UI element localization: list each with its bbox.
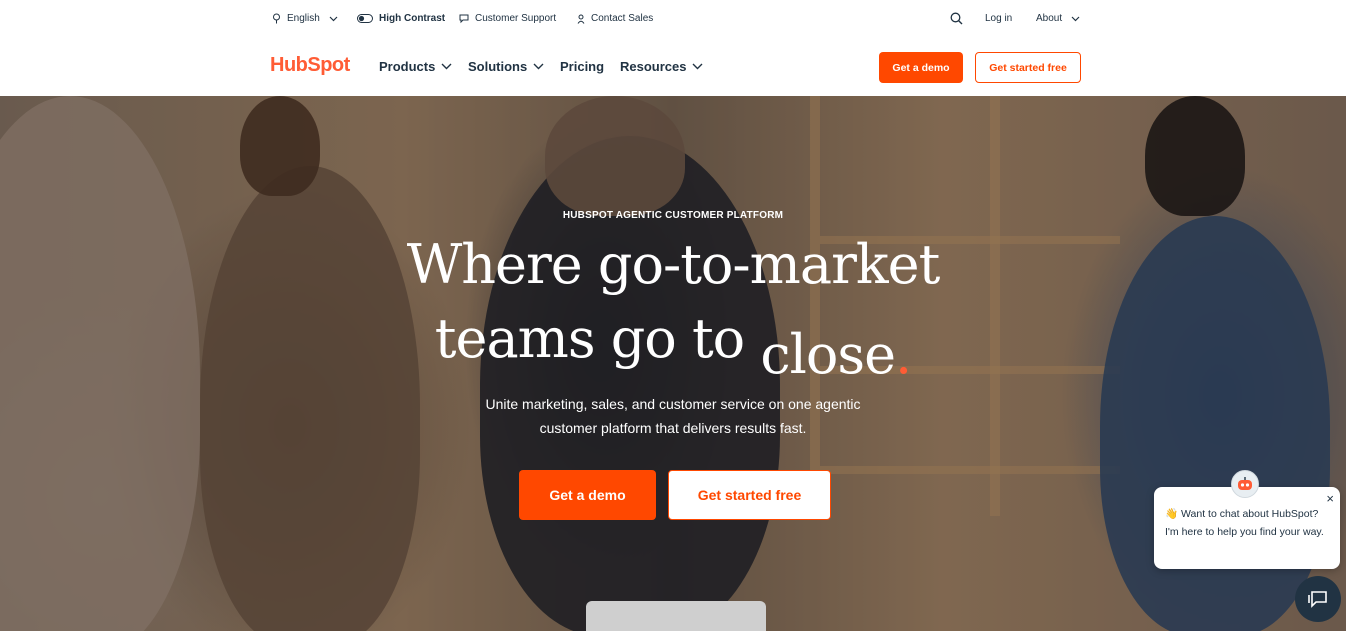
nav-pricing[interactable]: Pricing bbox=[560, 59, 604, 74]
close-icon[interactable]: × bbox=[1326, 490, 1334, 508]
person-icon bbox=[577, 14, 585, 24]
chat-launcher-icon bbox=[1308, 591, 1327, 608]
high-contrast-label: High Contrast bbox=[379, 13, 446, 24]
customer-support-label: Customer Support bbox=[475, 13, 557, 24]
high-contrast-toggle[interactable]: High Contrast bbox=[357, 13, 445, 24]
get-started-free-button[interactable]: Get started free bbox=[975, 52, 1081, 83]
nav-solutions[interactable]: Solutions bbox=[468, 59, 544, 74]
search-icon bbox=[950, 12, 963, 25]
search-button[interactable] bbox=[950, 12, 963, 25]
chat-message: 👋 Want to chat about HubSpot? I'm here t… bbox=[1165, 508, 1324, 538]
nav-products-label: Products bbox=[379, 59, 436, 74]
contact-sales-link[interactable]: Contact Sales bbox=[577, 13, 653, 24]
hubspot-logo[interactable]: HubSpot bbox=[270, 54, 350, 77]
login-label: Log in bbox=[985, 13, 1013, 24]
hero-subtitle-line1: Unite marketing, sales, and customer ser… bbox=[485, 396, 861, 412]
nav-solutions-label: Solutions bbox=[468, 59, 528, 74]
utility-bar: English High Contrast Customer Support C… bbox=[0, 0, 1346, 40]
chevron-down-icon bbox=[533, 63, 544, 70]
hero-get-started-free-button[interactable]: Get started free bbox=[668, 470, 831, 520]
chat-launcher-button[interactable] bbox=[1295, 576, 1341, 622]
hero-subtitle-line2: customer platform that delivers results … bbox=[539, 420, 807, 436]
hero-headline-line2: teams go to close. bbox=[0, 312, 1346, 382]
nav-products[interactable]: Products bbox=[379, 59, 452, 74]
chevron-down-icon bbox=[441, 63, 452, 70]
login-link[interactable]: Log in bbox=[985, 13, 1012, 24]
nav-resources[interactable]: Resources bbox=[620, 59, 703, 74]
laptop-image bbox=[586, 601, 766, 631]
customer-support-link[interactable]: Customer Support bbox=[459, 13, 556, 24]
get-demo-button[interactable]: Get a demo bbox=[879, 52, 963, 83]
contrast-toggle-icon bbox=[357, 14, 373, 23]
hero-headline-dot: . bbox=[895, 323, 912, 386]
chevron-down-icon bbox=[692, 63, 703, 70]
language-label: English bbox=[287, 13, 320, 24]
about-menu[interactable]: About bbox=[1036, 13, 1080, 24]
chevron-down-icon bbox=[1071, 16, 1080, 21]
hero-section: HUBSPOT AGENTIC CUSTOMER PLATFORM Where … bbox=[0, 96, 1346, 631]
chevron-down-icon bbox=[329, 16, 338, 21]
chat-prompt-card[interactable]: × 👋 Want to chat about HubSpot? I'm here… bbox=[1154, 487, 1340, 569]
contact-sales-label: Contact Sales bbox=[591, 13, 654, 24]
nav-pricing-label: Pricing bbox=[560, 59, 605, 74]
language-selector[interactable]: English bbox=[272, 13, 338, 24]
about-label: About bbox=[1036, 13, 1063, 24]
nav-resources-label: Resources bbox=[620, 59, 687, 74]
hero-headline-start: teams go to bbox=[434, 307, 761, 370]
hero-headline-close-word: close bbox=[760, 323, 896, 386]
chat-bubble-icon bbox=[459, 14, 469, 23]
hero-headline-line1: Where go-to-market bbox=[406, 233, 941, 296]
globe-icon bbox=[273, 13, 280, 24]
chat-bot-avatar-icon bbox=[1231, 470, 1259, 498]
main-navigation: HubSpot Products Solutions Pricing Resou… bbox=[0, 40, 1346, 96]
hero-eyebrow: HUBSPOT AGENTIC CUSTOMER PLATFORM bbox=[562, 210, 784, 221]
hero-get-demo-button[interactable]: Get a demo bbox=[519, 470, 656, 520]
